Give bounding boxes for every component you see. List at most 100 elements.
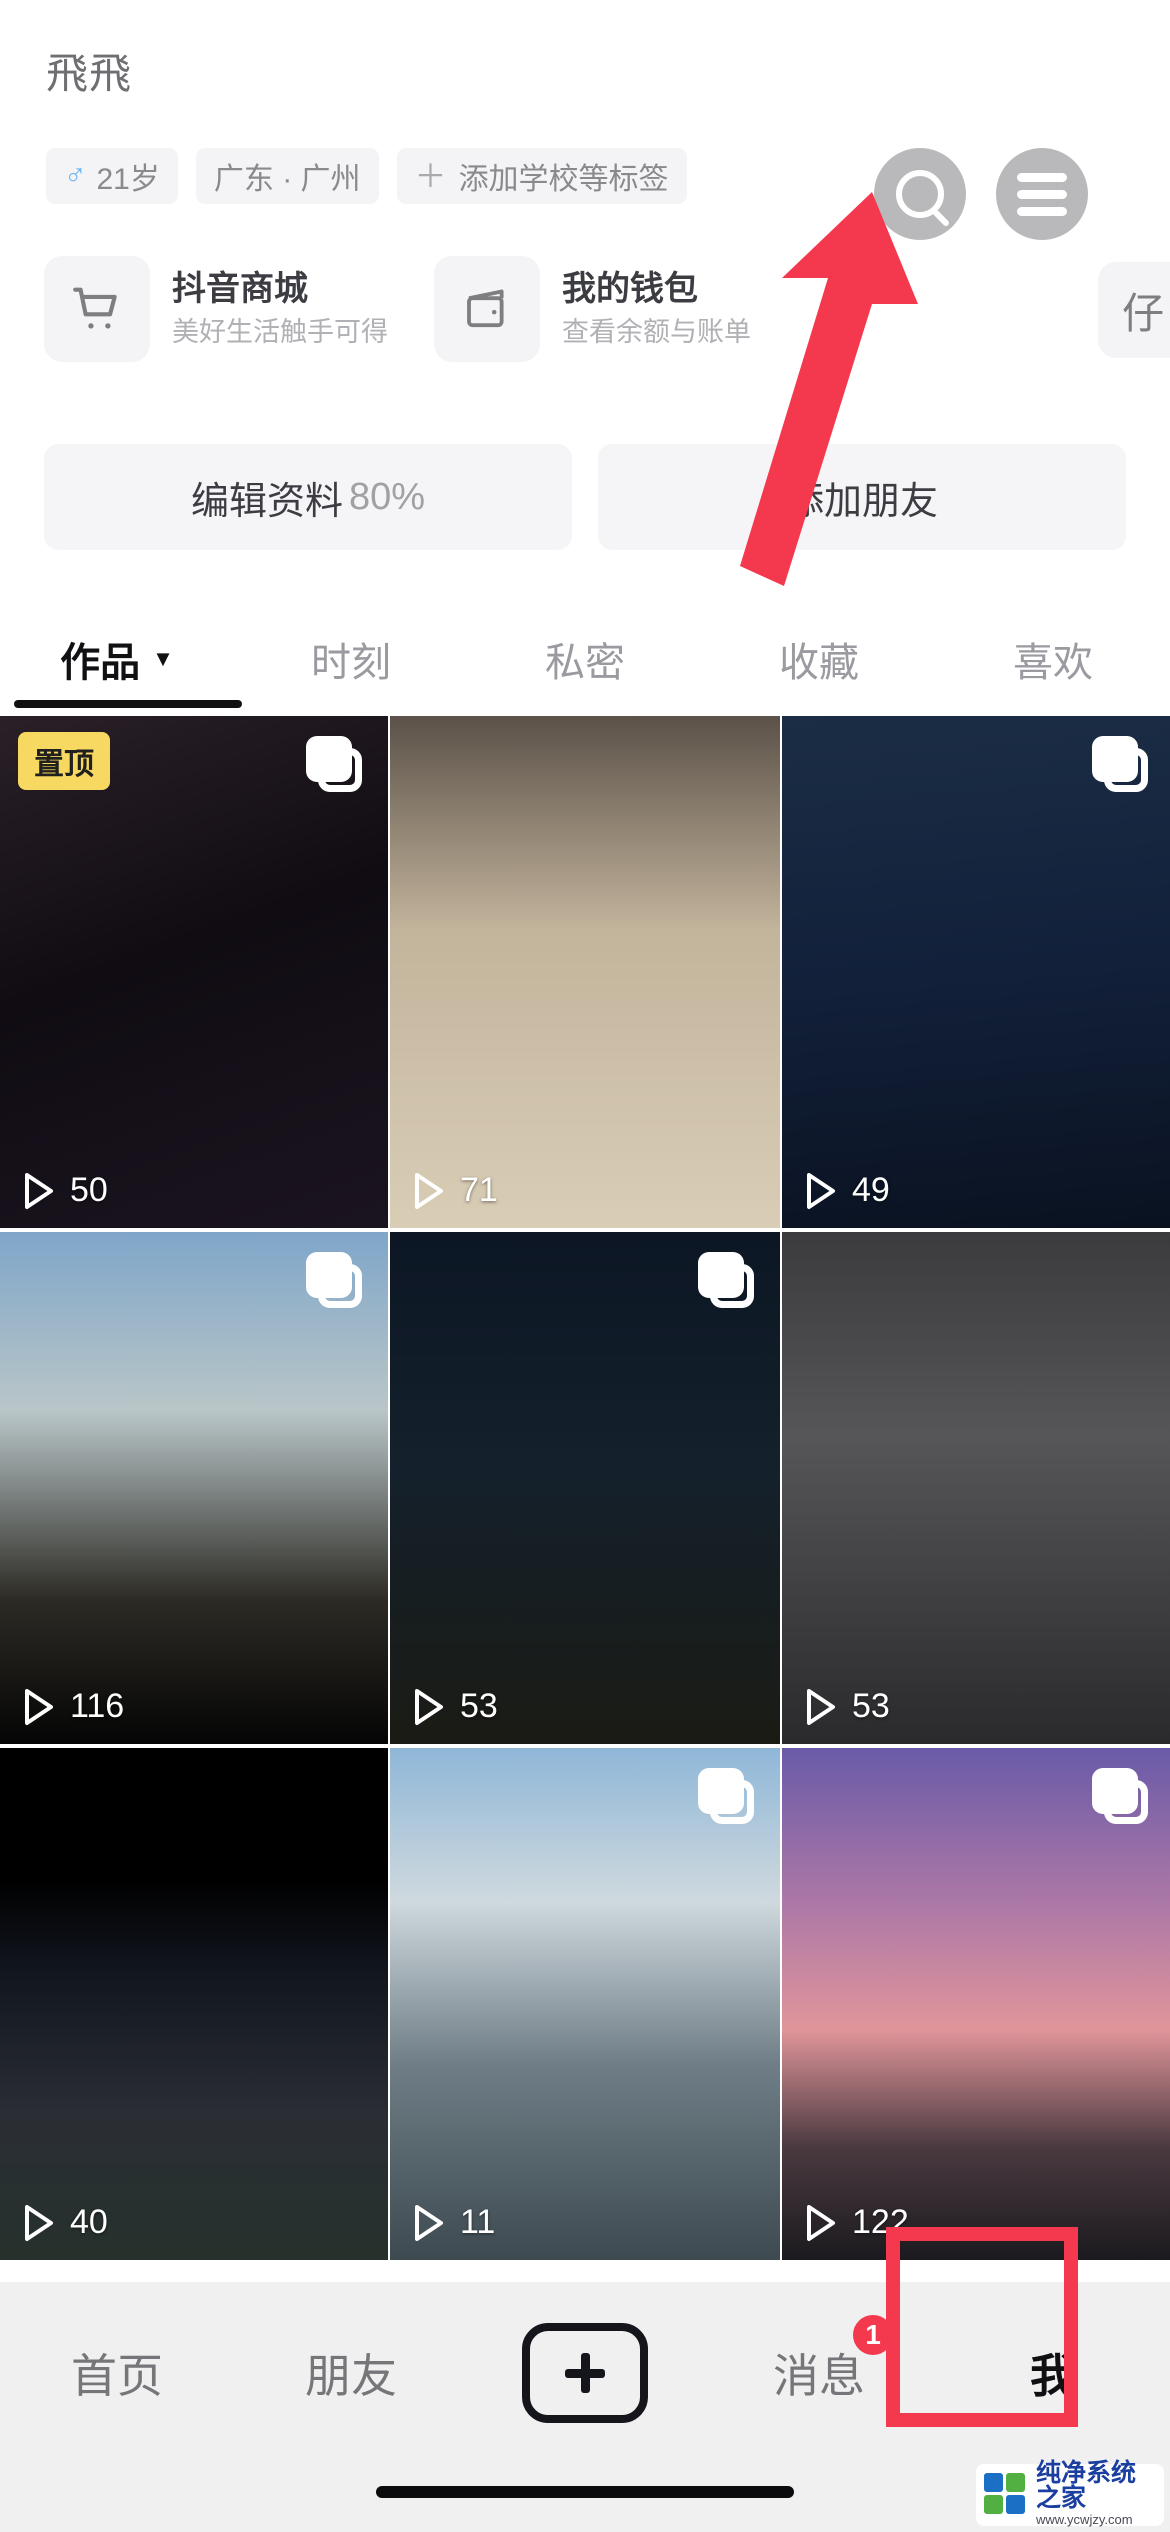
- chip-location[interactable]: 广东 · 广州: [195, 148, 379, 204]
- nav-item-home[interactable]: 首页: [0, 2318, 234, 2428]
- video-thumbnail: [390, 716, 780, 1228]
- profile-stats-strip: 42 获赞 7 朋友 16 关注 82 粉丝: [0, 0, 1170, 16]
- edit-profile-percent: 80%: [348, 475, 426, 518]
- video-grid-item[interactable]: 11: [390, 1748, 780, 2260]
- wallet-icon: [434, 256, 540, 362]
- stat-following[interactable]: 16 关注: [369, 0, 480, 6]
- active-tab-indicator: [14, 700, 242, 708]
- stat-followers-label: 粉丝: [594, 0, 652, 5]
- play-count: 49: [804, 1171, 890, 1210]
- play-count: 50: [22, 1171, 108, 1210]
- stat-friends-count: 7: [219, 0, 241, 6]
- stat-followers[interactable]: 82 粉丝: [541, 0, 652, 6]
- chip-add-tag-label: 添加学校等标签: [458, 163, 669, 196]
- play-count: 71: [412, 1171, 498, 1210]
- play-count: 116: [22, 1687, 124, 1726]
- play-count: 53: [804, 1687, 890, 1726]
- home-indicator: [376, 2486, 794, 2498]
- play-icon: [804, 1688, 838, 1726]
- video-thumbnail: [0, 716, 388, 1228]
- play-count-value: 50: [70, 1171, 108, 1209]
- search-button[interactable]: [874, 148, 966, 240]
- plus-icon: ＋: [414, 158, 447, 194]
- plus-icon: [522, 2323, 648, 2423]
- video-grid-item[interactable]: 置顶 50: [0, 716, 388, 1228]
- play-count: 53: [412, 1687, 498, 1726]
- tab-favorites-label: 收藏: [779, 641, 859, 685]
- search-icon: [896, 170, 944, 218]
- service-card-mall-title: 抖音商城: [172, 269, 308, 308]
- service-card-mall[interactable]: 抖音商城 美好生活触手可得: [44, 256, 388, 362]
- edit-profile-label: 编辑资料: [190, 480, 343, 523]
- pinned-badge: 置顶: [18, 732, 110, 790]
- stat-following-count: 16: [369, 0, 414, 6]
- play-count-value: 53: [852, 1687, 890, 1725]
- play-count-value: 53: [460, 1687, 498, 1725]
- video-grid-item[interactable]: 116: [0, 1232, 388, 1744]
- watermark-logo-icon: [984, 2473, 1028, 2517]
- play-count: 40: [22, 2203, 108, 2242]
- play-icon: [804, 1172, 838, 1210]
- video-thumbnail: [782, 716, 1170, 1228]
- chip-age[interactable]: ♂ 21岁: [46, 148, 178, 204]
- nav-item-friends-label: 朋友: [305, 2350, 397, 2402]
- play-count-value: 71: [460, 1171, 498, 1209]
- profile-tag-chips: ♂ 21岁 广东 · 广州 ＋ 添加学校等标签: [46, 148, 705, 204]
- play-icon: [22, 1688, 56, 1726]
- video-thumbnail: [0, 1748, 388, 2260]
- tab-liked[interactable]: 喜欢: [936, 630, 1170, 688]
- service-cards: 抖音商城 美好生活触手可得 我的钱包 查看余额与账单: [44, 256, 797, 362]
- site-watermark: 纯净系统之家 www.ycwjzy.com: [976, 2461, 1164, 2527]
- play-count-value: 49: [852, 1171, 890, 1209]
- annotation-arrow: [740, 192, 918, 586]
- nav-item-create[interactable]: [468, 2318, 702, 2428]
- chip-location-label: 广东 · 广州: [213, 163, 361, 196]
- service-card-partial-text: 仔: [1122, 290, 1165, 337]
- multi-image-stack-icon: [698, 1252, 754, 1308]
- video-grid-item[interactable]: 53: [390, 1232, 780, 1744]
- nav-item-messages-label: 消息: [773, 2350, 865, 2402]
- chevron-down-icon: ▼: [152, 646, 174, 671]
- content-tabs: 作品 ▼ 时刻 私密 收藏 喜欢: [0, 612, 1170, 706]
- add-friends-button[interactable]: 添加朋友: [598, 444, 1126, 550]
- video-grid-item[interactable]: 40: [0, 1748, 388, 2260]
- play-count-value: 40: [70, 2203, 108, 2241]
- video-grid-item[interactable]: 49: [782, 716, 1170, 1228]
- nav-item-friends[interactable]: 朋友: [234, 2318, 468, 2428]
- male-gender-icon: ♂: [64, 159, 87, 192]
- play-icon: [412, 2204, 446, 2242]
- play-count: 11: [412, 2203, 495, 2242]
- video-grid-item[interactable]: 53: [782, 1232, 1170, 1744]
- play-icon: [412, 1688, 446, 1726]
- edit-profile-button[interactable]: 编辑资料 80%: [44, 444, 572, 550]
- play-icon: [22, 1172, 56, 1210]
- stat-friends[interactable]: 7 朋友: [219, 0, 307, 6]
- add-friends-label: 添加朋友: [785, 480, 938, 523]
- service-card-wallet-title: 我的钱包: [562, 269, 698, 308]
- chip-add-tag[interactable]: ＋ 添加学校等标签: [396, 148, 687, 204]
- video-grid-item[interactable]: 122: [782, 1748, 1170, 2260]
- tab-liked-label: 喜欢: [1013, 641, 1093, 685]
- watermark-name: 纯净系统之家: [1036, 2459, 1137, 2512]
- stat-followers-count: 82: [541, 0, 586, 6]
- video-grid: 置顶 50 71 49 116 53 53 40 11 122: [0, 716, 1170, 2260]
- play-icon: [22, 2204, 56, 2242]
- menu-button[interactable]: [996, 148, 1088, 240]
- video-thumbnail: [782, 1232, 1170, 1744]
- stat-following-label: 关注: [421, 0, 479, 5]
- video-grid-item[interactable]: 71: [390, 716, 780, 1228]
- service-card-wallet[interactable]: 我的钱包 查看余额与账单: [434, 256, 751, 362]
- tab-favorites[interactable]: 收藏: [702, 630, 936, 688]
- service-card-mall-subtitle: 美好生活触手可得: [172, 317, 388, 348]
- chip-age-label: 21岁: [96, 163, 160, 196]
- profile-action-buttons: 编辑资料 80% 添加朋友: [44, 444, 1126, 550]
- tab-works[interactable]: 作品 ▼: [0, 630, 234, 688]
- multi-image-stack-icon: [306, 1252, 362, 1308]
- stat-likes[interactable]: 42 获赞: [46, 0, 157, 6]
- service-card-partial[interactable]: 仔: [1098, 262, 1170, 358]
- play-count-value: 116: [70, 1687, 125, 1725]
- annotation-highlight-box: [886, 2227, 1078, 2427]
- tab-private[interactable]: 私密: [468, 630, 702, 688]
- shopping-cart-icon: [44, 256, 150, 362]
- tab-moments[interactable]: 时刻: [234, 630, 468, 688]
